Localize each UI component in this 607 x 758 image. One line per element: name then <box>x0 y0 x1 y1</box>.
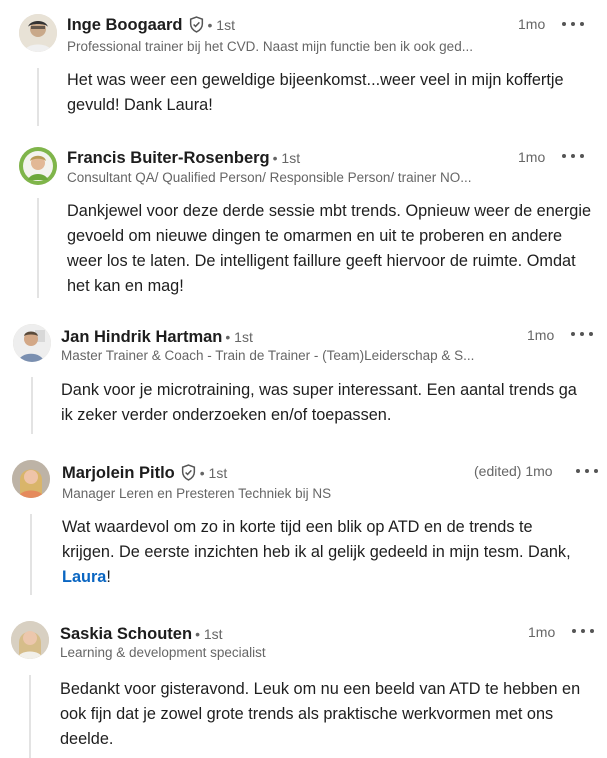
more-options-icon <box>562 22 566 26</box>
avatar[interactable] <box>12 460 50 498</box>
comment-text: Dankjewel voor deze derde sessie mbt tre… <box>67 202 591 295</box>
author-name[interactable]: Saskia Schouten • 1st <box>60 624 223 644</box>
connection-degree: • 1st <box>207 17 235 33</box>
avatar[interactable] <box>19 147 57 185</box>
author-name-text[interactable]: Francis Buiter-Rosenberg <box>67 149 270 167</box>
author-name-text[interactable]: Inge Boogaard <box>67 16 183 34</box>
comment-text-part: Wat waardevol om zo in korte tijd een bl… <box>62 518 571 561</box>
author-headline: Master Trainer & Coach - Train de Traine… <box>61 348 475 363</box>
thread-line <box>30 514 32 595</box>
connection-degree: • 1st <box>272 150 301 166</box>
more-options-button[interactable] <box>572 622 594 640</box>
author-headline: Consultant QA/ Qualified Person/ Respons… <box>67 170 472 185</box>
author-name[interactable]: Inge Boogaard • 1st <box>67 15 235 35</box>
author-headline: Professional trainer bij het CVD. Naast … <box>67 39 473 54</box>
comment-text: Het was weer een geweldige bijeenkomst..… <box>67 71 564 114</box>
connection-degree: • 1st <box>225 329 253 345</box>
more-options-icon <box>576 469 580 473</box>
author-name[interactable]: Marjolein Pitlo • 1st <box>62 463 227 483</box>
more-options-button[interactable] <box>576 462 598 480</box>
verified-shield-icon <box>181 464 195 481</box>
avatar[interactable] <box>13 324 51 362</box>
more-options-button[interactable] <box>571 325 593 343</box>
verified-shield-icon <box>189 16 203 33</box>
comment-text: Wat waardevol om zo in korte tijd een bl… <box>62 515 587 590</box>
thread-line <box>31 377 33 434</box>
comment-timestamp: 1mo <box>527 327 555 343</box>
more-options-button[interactable] <box>562 15 584 33</box>
connection-degree: • 1st <box>199 465 228 481</box>
author-name[interactable]: Jan Hindrik Hartman • 1st <box>61 327 253 347</box>
thread-line <box>29 675 31 758</box>
author-name[interactable]: Francis Buiter-Rosenberg • 1st <box>67 148 300 168</box>
thread-line <box>37 198 39 298</box>
avatar[interactable] <box>11 621 49 659</box>
more-options-icon <box>572 629 576 633</box>
connection-degree: • 1st <box>195 626 223 642</box>
comment-timestamp: 1mo <box>518 16 546 32</box>
more-options-icon <box>571 332 575 336</box>
comment-text-part: ! <box>106 568 111 586</box>
comment-timestamp: (edited) 1mo <box>474 463 553 479</box>
comment-text: Bedankt voor gisteravond. Leuk om nu een… <box>60 680 581 748</box>
author-name-text[interactable]: Jan Hindrik Hartman <box>61 328 222 346</box>
author-name-text[interactable]: Marjolein Pitlo <box>62 464 175 482</box>
more-options-icon <box>562 154 566 158</box>
mention-link[interactable]: Laura <box>62 568 106 586</box>
comment-timestamp: 1mo <box>528 624 556 640</box>
author-name-text[interactable]: Saskia Schouten <box>60 625 192 643</box>
thread-line <box>37 68 39 126</box>
comment-text: Dank voor je microtraining, was super in… <box>61 381 577 424</box>
comment-timestamp: 1mo <box>518 149 546 165</box>
author-headline: Learning & development specialist <box>60 645 266 660</box>
author-headline: Manager Leren en Presteren Techniek bij … <box>62 486 332 501</box>
more-options-button[interactable] <box>562 147 584 165</box>
avatar[interactable] <box>19 14 57 52</box>
